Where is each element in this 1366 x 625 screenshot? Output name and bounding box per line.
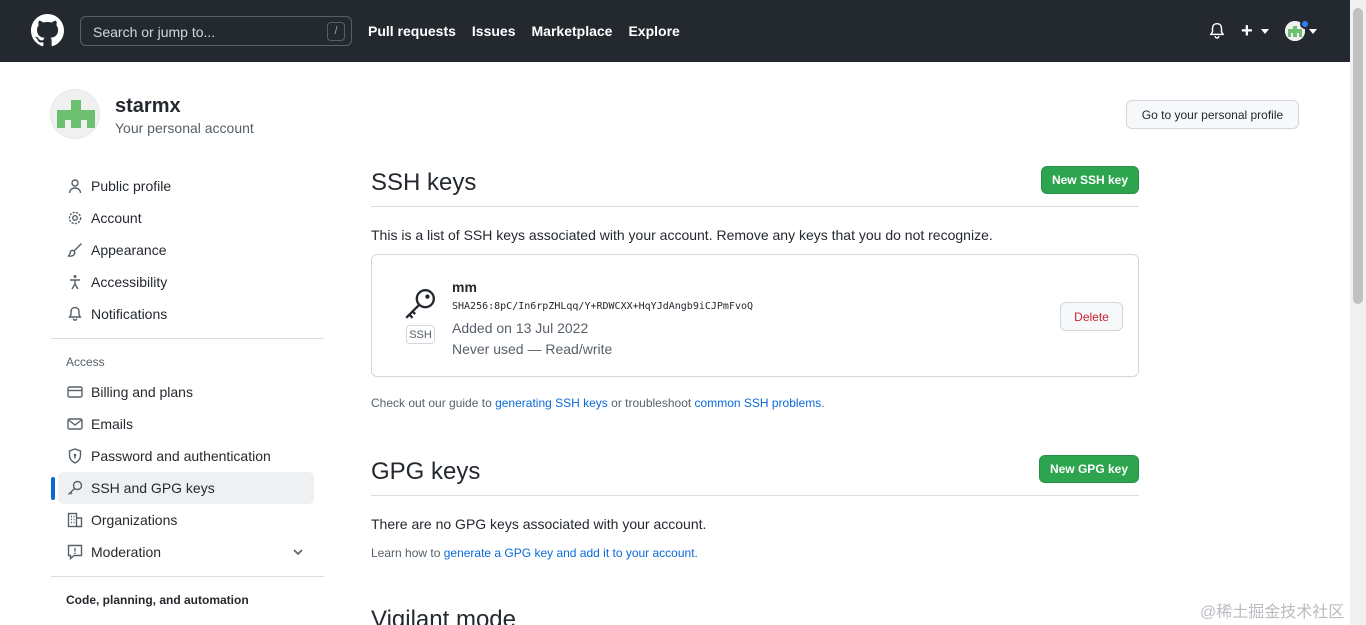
report-icon <box>67 544 83 560</box>
organization-icon <box>67 512 83 528</box>
delete-ssh-key-button[interactable]: Delete <box>1060 302 1123 331</box>
gear-icon <box>68 211 82 225</box>
create-new-plus-icon[interactable]: + <box>1241 21 1253 41</box>
generate-gpg-key-link[interactable]: generate a GPG key and add it to your ac… <box>444 546 695 560</box>
gpg-description: There are no GPG keys associated with yo… <box>371 516 707 532</box>
global-header: Search or jump to... / Pull requests Iss… <box>0 0 1350 62</box>
ssh-key-usage: Never used — Read/write <box>452 341 613 357</box>
sidebar-item-label: Appearance <box>91 242 167 258</box>
sidebar-item-emails[interactable]: Emails <box>58 408 314 440</box>
sidebar-item-label: Notifications <box>91 306 168 322</box>
sidebar-item-label: Public profile <box>91 178 172 194</box>
sidebar-item-ssh-gpg-keys[interactable]: SSH and GPG keys <box>58 472 314 504</box>
sidebar-item-label: Billing and plans <box>91 384 193 400</box>
notifications-bell-icon[interactable] <box>1208 22 1226 40</box>
slash-shortcut-badge: / <box>327 22 345 41</box>
new-gpg-key-button[interactable]: New GPG key <box>1039 455 1139 483</box>
sidebar-heading-access: Access <box>66 355 105 369</box>
github-logo-icon[interactable] <box>31 14 64 47</box>
go-to-profile-button[interactable]: Go to your personal profile <box>1126 100 1299 129</box>
ssh-keys-heading: SSH keys <box>371 169 477 196</box>
chevron-down-icon[interactable] <box>292 546 304 558</box>
gpg-divider <box>371 495 1139 496</box>
identicon-large-icon <box>51 90 99 138</box>
sidebar-item-billing[interactable]: Billing and plans <box>58 376 314 408</box>
sidebar-item-password-auth[interactable]: Password and authentication <box>58 440 314 472</box>
sidebar-item-label: Account <box>91 210 142 226</box>
sidebar-item-account[interactable]: Account <box>58 202 314 234</box>
account-subtitle: Your personal account <box>115 120 254 136</box>
sidebar-item-notifications[interactable]: Notifications <box>58 298 314 330</box>
sidebar-item-organizations[interactable]: Organizations <box>58 504 314 536</box>
notification-dot-icon <box>1300 19 1310 29</box>
scrollbar-thumb[interactable] <box>1353 8 1363 304</box>
nav-pull-requests[interactable]: Pull requests <box>368 23 456 39</box>
learn-suffix: . <box>694 546 698 560</box>
search-input[interactable]: Search or jump to... / <box>80 16 352 46</box>
ssh-guide-text: Check out our guide to generating SSH ke… <box>371 396 825 410</box>
sidebar-item-label: Emails <box>91 416 134 432</box>
shield-lock-icon <box>68 448 82 464</box>
bell-icon <box>68 306 82 321</box>
ssh-key-added-date: Added on 13 Jul 2022 <box>452 320 589 336</box>
accessibility-icon <box>70 275 80 290</box>
nav-explore[interactable]: Explore <box>628 23 679 39</box>
sidebar-divider <box>51 576 324 577</box>
key-icon <box>68 480 83 495</box>
ssh-divider <box>371 206 1139 207</box>
common-ssh-problems-link[interactable]: common SSH problems <box>695 396 822 410</box>
person-icon <box>68 179 82 194</box>
guide-middle: or troubleshoot <box>607 396 695 410</box>
key-large-icon <box>405 289 435 319</box>
sidebar-item-public-profile[interactable]: Public profile <box>58 170 314 202</box>
sidebar-item-moderation[interactable]: Moderation <box>58 536 314 568</box>
account-avatar <box>50 89 100 139</box>
sidebar-item-label: SSH and GPG keys <box>91 480 215 496</box>
global-nav: Pull requests Issues Marketplace Explore <box>368 23 680 39</box>
ssh-description: This is a list of SSH keys associated wi… <box>371 227 993 243</box>
generating-ssh-keys-link[interactable]: generating SSH keys <box>495 396 608 410</box>
mail-icon <box>67 418 83 430</box>
watermark: @稀土掘金技术社区 <box>1200 604 1345 621</box>
credit-card-icon <box>67 386 83 398</box>
sidebar-item-label: Moderation <box>91 544 162 560</box>
create-caret-icon[interactable] <box>1261 29 1269 34</box>
paintbrush-icon <box>67 243 82 257</box>
page-scrollbar[interactable] <box>1350 0 1366 625</box>
ssh-key-card: SSH mm SHA256:8pC/In6rpZHLqq/Y+RDWCXX+Hq… <box>371 254 1139 377</box>
account-username: starmx <box>115 95 181 117</box>
sidebar-item-label: Organizations <box>91 512 178 528</box>
ssh-key-name: mm <box>452 279 477 295</box>
sidebar-item-label: Password and authentication <box>91 448 271 464</box>
sidebar-divider <box>51 338 324 339</box>
guide-suffix: . <box>821 396 825 410</box>
guide-prefix: Check out our guide to <box>371 396 496 410</box>
learn-prefix: Learn how to <box>371 546 444 560</box>
sidebar-heading-code-planning: Code, planning, and automation <box>66 593 249 607</box>
sidebar-item-accessibility[interactable]: Accessibility <box>58 266 314 298</box>
sidebar-item-label: Accessibility <box>91 274 168 290</box>
vigilant-mode-heading: Vigilant mode <box>371 606 516 625</box>
sidebar-item-appearance[interactable]: Appearance <box>58 234 314 266</box>
gpg-keys-heading: GPG keys <box>371 458 481 485</box>
sidebar-active-indicator <box>51 477 55 500</box>
new-ssh-key-button[interactable]: New SSH key <box>1041 166 1139 194</box>
gpg-learn-text: Learn how to generate a GPG key and add … <box>371 546 698 560</box>
ssh-type-label: SSH <box>406 325 435 344</box>
nav-issues[interactable]: Issues <box>472 23 516 39</box>
search-placeholder: Search or jump to... <box>93 24 216 40</box>
nav-marketplace[interactable]: Marketplace <box>532 23 613 39</box>
avatar-caret-icon[interactable] <box>1309 29 1317 34</box>
ssh-key-fingerprint: SHA256:8pC/In6rpZHLqq/Y+RDWCXX+HqYJdAngb… <box>452 301 754 312</box>
